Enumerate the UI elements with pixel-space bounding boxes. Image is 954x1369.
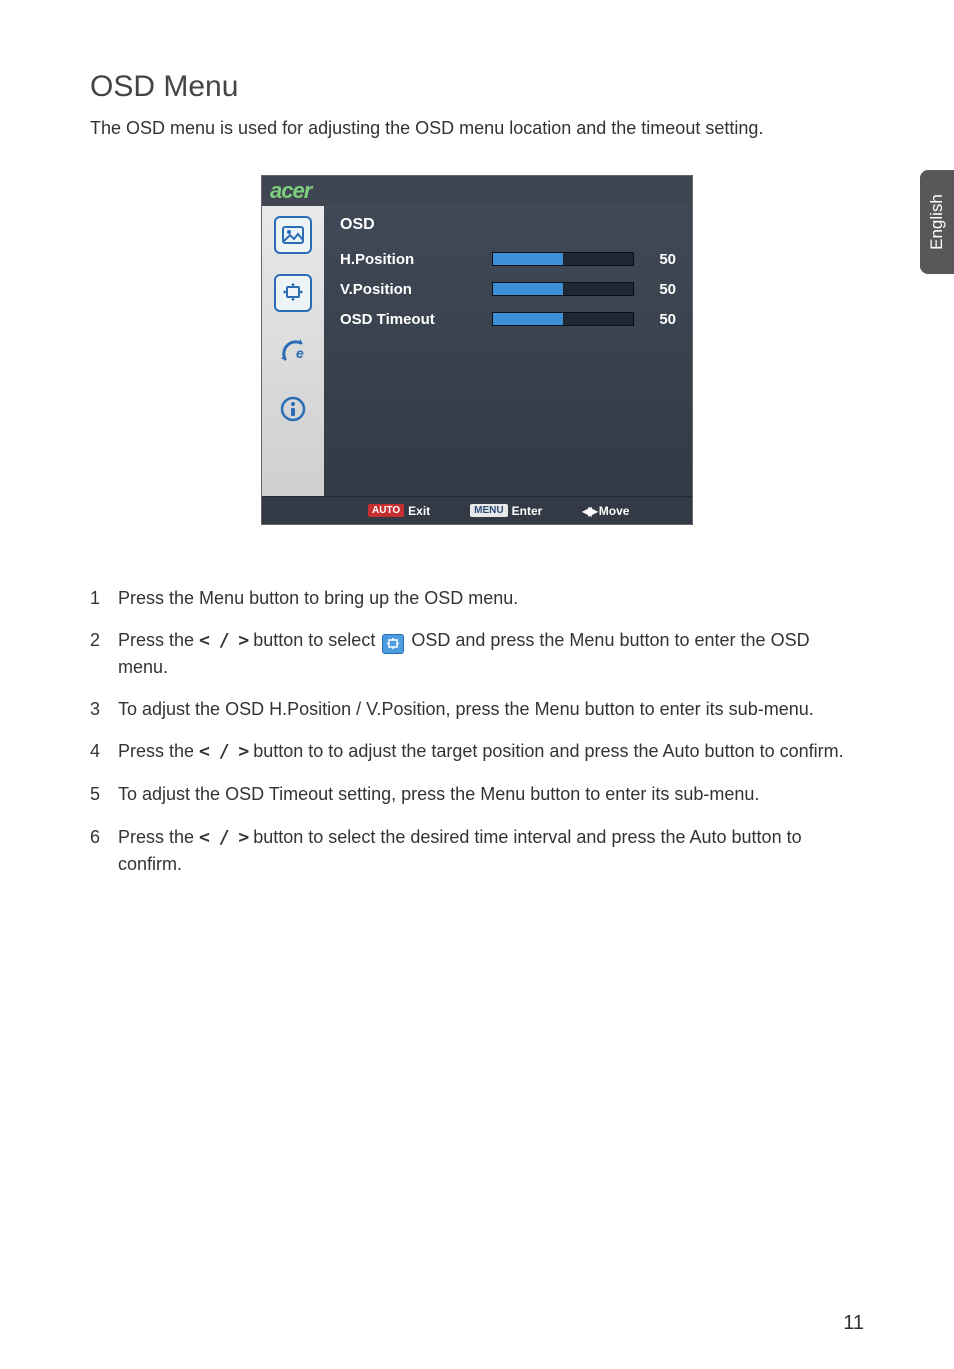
text: setting, press the [333,784,480,804]
text: Press the [118,827,199,847]
step-item: To adjust the OSD H.Position / V.Positio… [90,696,864,722]
menu-term: Menu [535,699,580,719]
text: button to select [248,630,380,650]
step-item: Press the < / > button to to adjust the … [90,738,864,765]
language-label: English [927,194,947,250]
page-number: 11 [843,1312,864,1335]
text: Press the [118,630,199,650]
instruction-list: Press the Menu button to bring up the OS… [90,585,864,877]
auto-term: Auto [690,827,727,847]
step-item: Press the < / > button to select OSD and… [90,627,864,680]
auto-term: Auto [663,741,700,761]
language-tab[interactable]: English [920,170,954,274]
osd-footer: AUTO Exit MENU Enter ◀▶ Move [262,496,692,524]
page-title: OSD Menu [90,70,864,104]
text: Press the [118,588,199,608]
brand-logo: acer [270,178,311,204]
footer-exit: AUTO Exit [368,504,430,518]
auto-tag: AUTO [368,504,404,517]
osd-row[interactable]: V.Position 50 [340,274,676,304]
osd-sidebar: e [262,206,324,496]
row-label: H.Position [340,251,480,268]
menu-term: Menu [480,784,525,804]
picture-icon[interactable] [274,216,312,254]
info-icon[interactable] [274,390,312,428]
osd-row[interactable]: H.Position 50 [340,244,676,274]
text: button to to adjust the target position … [248,741,662,761]
settings-icon[interactable]: e [274,332,312,370]
arrows-glyph: < / > [199,741,248,762]
row-value: 50 [646,251,676,268]
text: button to confirm. [700,741,844,761]
footer-move: ◀▶ Move [582,504,629,518]
menu-tag: MENU [470,504,507,517]
arrows-glyph: < / > [199,827,248,848]
row-value: 50 [646,311,676,328]
enter-label: Enter [512,504,543,518]
osd-timeout-term: OSD Timeout [225,784,333,804]
slider-bar[interactable] [492,282,634,296]
arrows-glyph: < / > [199,630,248,651]
arrows-icon: ◀▶ [582,504,594,518]
text: button to select the desired time interv… [248,827,689,847]
step-item: To adjust the OSD Timeout setting, press… [90,781,864,807]
exit-label: Exit [408,504,430,518]
osd-row[interactable]: OSD Timeout 50 [340,304,676,334]
osd-header: OSD [340,216,676,234]
text: button to bring up the OSD menu. [244,588,518,608]
step-item: Press the < / > button to select the des… [90,824,864,877]
menu-term: Menu [199,588,244,608]
row-label: OSD Timeout [340,311,480,328]
text: button to enter its sub-menu. [580,699,814,719]
row-label: V.Position [340,281,480,298]
svg-text:e: e [296,345,304,361]
text: button to enter its sub-menu. [525,784,759,804]
intro-text: The OSD menu is used for adjusting the O… [90,118,864,139]
menu-term: Menu [569,630,614,650]
slider-bar[interactable] [492,312,634,326]
slider-bar[interactable] [492,252,634,266]
osd-panel: acer e OSD [261,175,693,525]
footer-enter: MENU Enter [470,504,542,518]
text: Press the [118,741,199,761]
text: OSD and press the [406,630,569,650]
step-item: Press the Menu button to bring up the OS… [90,585,864,611]
osd-inline-icon [382,634,404,654]
row-value: 50 [646,281,676,298]
osd-position-icon[interactable] [274,274,312,312]
text: To adjust the OSD H.Position / V.Positio… [118,699,535,719]
move-label: Move [599,504,630,518]
text: To adjust the [118,784,225,804]
